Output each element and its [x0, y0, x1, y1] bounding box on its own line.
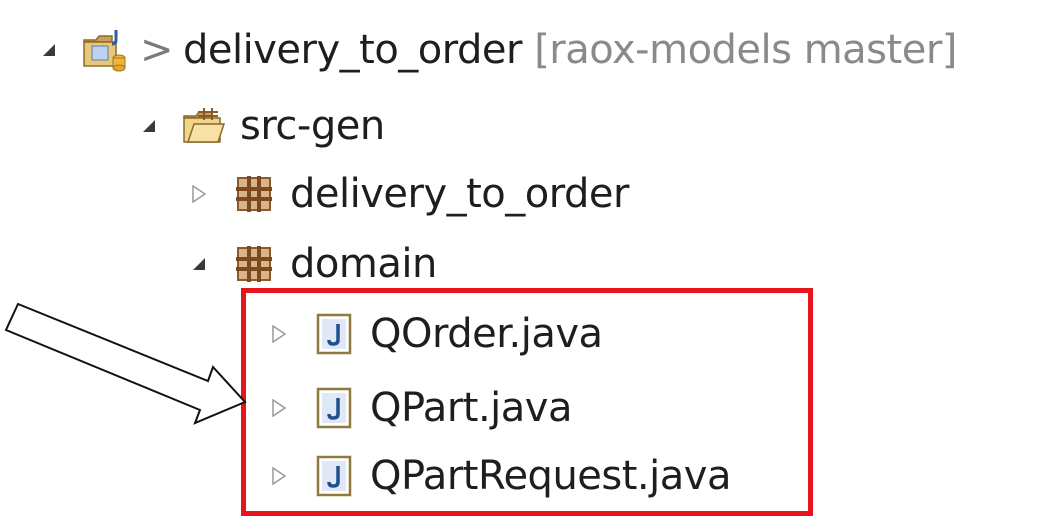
highlight-box [241, 288, 813, 516]
callout-arrow [4, 302, 247, 425]
source-folder-label: src-gen [240, 103, 385, 149]
package-label: domain [290, 241, 437, 287]
repository-decoration: [raox-models master] [534, 27, 957, 73]
project-label: > delivery_to_order [raox-models master] [140, 27, 957, 73]
package-label: delivery_to_order [290, 171, 629, 217]
